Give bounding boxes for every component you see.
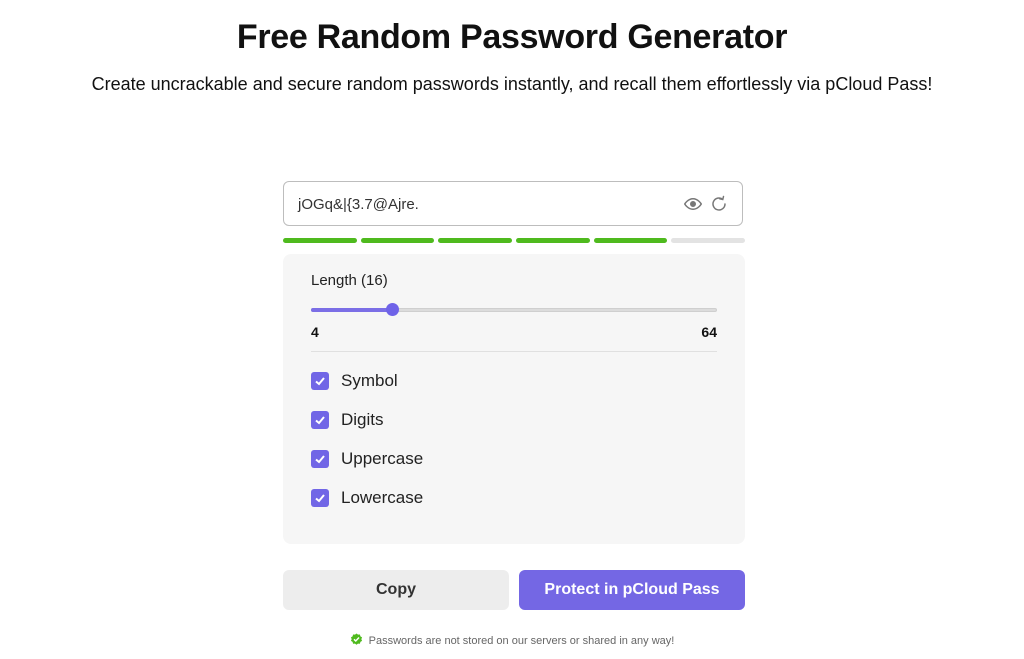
slider-thumb[interactable] — [386, 303, 400, 316]
refresh-icon[interactable] — [710, 195, 728, 213]
copy-button[interactable]: Copy — [283, 570, 509, 610]
password-field[interactable]: jOGq&|{3.7@Ajre. — [283, 181, 743, 226]
length-slider[interactable] — [311, 303, 717, 316]
notice-text: Passwords are not stored on our servers … — [368, 635, 675, 647]
page-title: Free Random Password Generator — [236, 18, 788, 56]
divider — [311, 351, 717, 352]
check-shield-icon — [350, 633, 363, 649]
option-symbol[interactable]: Symbol — [311, 371, 398, 391]
option-lowercase[interactable]: Lowercase — [311, 488, 423, 508]
checkbox-digits[interactable] — [311, 411, 329, 429]
eye-icon[interactable] — [684, 195, 702, 213]
checkbox-uppercase[interactable] — [311, 450, 329, 468]
slider-fill — [311, 308, 393, 312]
length-label: Length (16) — [311, 272, 388, 289]
length-max-label: 64 — [701, 324, 717, 340]
option-label: Lowercase — [341, 488, 424, 507]
option-uppercase[interactable]: Uppercase — [311, 449, 423, 469]
checkbox-symbol[interactable] — [311, 372, 329, 390]
option-label: Uppercase — [341, 449, 424, 468]
option-label: Symbol — [341, 371, 398, 390]
option-label: Digits — [341, 410, 384, 429]
strength-segment — [438, 238, 513, 243]
strength-segment — [671, 238, 746, 243]
length-min-label: 4 — [311, 324, 319, 340]
strength-segment — [593, 238, 668, 243]
password-value[interactable]: jOGq&|{3.7@Ajre. — [298, 182, 419, 227]
strength-segment — [360, 238, 435, 243]
options-panel: Length (16) 4 64 Symbol Digits Uppercase… — [283, 254, 745, 544]
protect-in-pcloud-pass-button[interactable]: Protect in pCloud Pass — [519, 570, 745, 610]
strength-segment — [516, 238, 590, 243]
page-subtitle: Create uncrackable and secure random pas… — [91, 74, 933, 94]
checkbox-lowercase[interactable] — [311, 489, 329, 507]
strength-meter — [283, 238, 746, 243]
strength-segment — [283, 238, 357, 243]
privacy-notice: Passwords are not stored on our servers … — [0, 633, 1024, 649]
option-digits[interactable]: Digits — [311, 410, 384, 430]
